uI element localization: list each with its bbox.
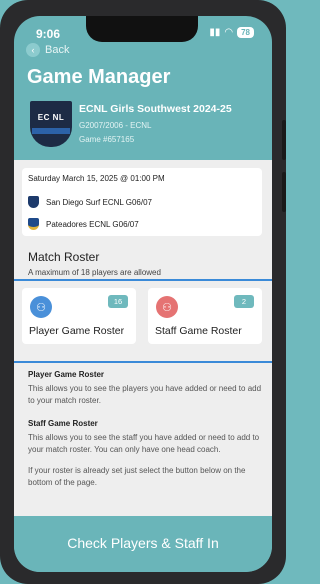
player-icon: ⚇ [30,296,52,318]
divider-line [14,279,272,281]
status-time: 9:06 [36,27,61,41]
match-card: Saturday March 15, 2025 @ 01:00 PM San D… [22,168,262,236]
page-title: Game Manager [27,66,171,88]
player-tile-label: Player Game Roster [29,325,125,337]
logo-text: EC NL [37,113,65,122]
staff-icon: ⚇ [156,296,178,318]
screen: 9:06 ▮▮ ◠ 78 ‹ Back Game Manager EC NL E… [14,16,272,572]
staff-count-badge: 2 [234,295,254,308]
home-team-name: San Diego Surf ECNL G06/07 [46,197,152,207]
player-info-text: This allows you to see the players you h… [28,384,262,405]
ecnl-logo: EC NL [30,101,72,147]
notch [86,16,198,42]
away-team-row: Pateadores ECNL G06/07 [28,218,139,230]
chevron-left-icon: ‹ [26,43,40,57]
bottom-bar: Check Players & Staff In [14,516,272,572]
staff-tile-label: Staff Game Roster [155,325,242,337]
check-in-button[interactable]: Check Players & Staff In [14,534,272,552]
divider-line [14,361,272,363]
team-crest-icon [28,218,39,230]
side-button [282,172,286,212]
team-crest-icon [28,196,39,208]
event-game-number: Game #657165 [79,135,135,144]
player-game-roster-tile[interactable]: ⚇ 16 Player Game Roster [22,288,136,344]
event-division: G2007/2006 - ECNL [79,121,152,130]
staff-game-roster-tile[interactable]: ⚇ 2 Staff Game Roster [148,288,262,344]
status-bar: 9:06 ▮▮ ◠ 78 [14,16,272,46]
phone-frame: 9:06 ▮▮ ◠ 78 ‹ Back Game Manager EC NL E… [0,0,286,584]
player-count-badge: 16 [108,295,128,308]
match-datetime: Saturday March 15, 2025 @ 01:00 PM [28,174,165,183]
side-button [282,120,286,160]
signal-icon: ▮▮ [209,27,221,38]
status-icons: ▮▮ ◠ 78 [209,27,254,38]
logo-banner [32,128,70,134]
back-button[interactable]: ‹ Back [26,43,69,57]
back-label: Back [45,44,70,56]
player-info-heading: Player Game Roster [28,370,105,379]
wifi-icon: ◠ [224,27,234,38]
away-team-name: Pateadores ECNL G06/07 [46,219,139,229]
roster-note-text: If your roster is already set just selec… [28,466,246,487]
event-title: ECNL Girls Southwest 2024-25 [79,103,232,115]
event-header: EC NL ECNL Girls Southwest 2024-25 G2007… [28,100,264,154]
main-content: Saturday March 15, 2025 @ 01:00 PM San D… [14,160,272,520]
battery-icon: 78 [237,27,254,38]
home-team-row: San Diego Surf ECNL G06/07 [28,196,152,208]
roster-subtitle: A maximum of 18 players are allowed [28,268,161,277]
staff-info-heading: Staff Game Roster [28,419,98,428]
roster-title: Match Roster [28,250,100,264]
staff-info-text: This allows you to see the staff you hav… [28,433,260,454]
